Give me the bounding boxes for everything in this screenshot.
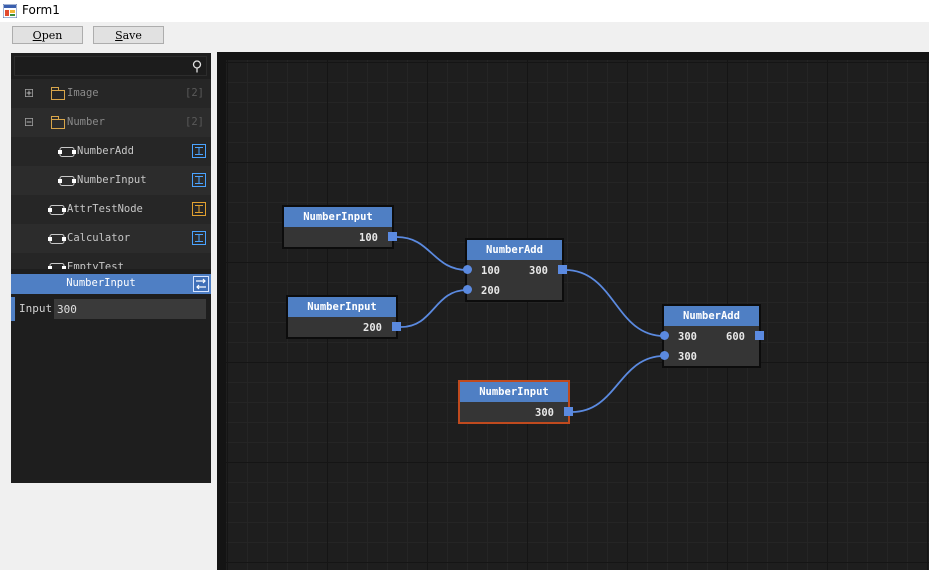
node-type-icon — [192, 144, 206, 158]
connection-wire — [564, 269, 665, 337]
node-icon — [48, 234, 66, 244]
graph-node-numberinput[interactable]: NumberInput 200 — [288, 297, 401, 337]
tree-folder-image[interactable]: Image [2] — [11, 79, 211, 108]
tree-item-label: EmptyTest — [67, 261, 124, 269]
node-title: NumberAdd — [467, 240, 562, 260]
property-row-input: Input — [11, 297, 211, 321]
node-title: NumberAdd — [664, 306, 759, 326]
input-port[interactable] — [463, 285, 472, 294]
output-port[interactable] — [564, 407, 573, 416]
tree-item-numberinput[interactable]: NumberInput — [11, 166, 211, 195]
node-output-value: 300 — [535, 407, 554, 419]
tree-item-attrtestnode[interactable]: AttrTestNode — [11, 195, 211, 224]
tree-item-emptytest[interactable]: EmptyTest — [11, 253, 211, 269]
tree-search-input[interactable] — [17, 58, 191, 76]
node-icon — [48, 263, 66, 269]
input-port[interactable] — [660, 331, 669, 340]
output-port[interactable] — [755, 331, 764, 340]
node-title: NumberInput — [460, 382, 568, 402]
input-port[interactable] — [463, 265, 472, 274]
open-button[interactable]: Open — [12, 26, 83, 44]
node-output-value: 600 — [726, 331, 745, 343]
tree-folder-count: [2] — [185, 87, 204, 99]
node-output-value: 200 — [363, 322, 382, 334]
tree-item-label: AttrTestNode — [67, 203, 143, 215]
node-graph-canvas[interactable]: NumberInput 100 NumberInput 200 NumberAd… — [217, 52, 929, 570]
node-input-value: 300 — [678, 331, 697, 343]
save-button[interactable]: Save — [93, 26, 164, 44]
graph-node-numberadd[interactable]: NumberAdd 300 300 600 — [660, 306, 764, 366]
node-output-value: 100 — [359, 232, 378, 244]
graph-node-numberadd[interactable]: NumberAdd 100 200 300 — [463, 240, 567, 300]
collapse-minus-icon[interactable] — [25, 118, 33, 126]
left-panel: Image [2] Number [2] NumberAdd NumberInp… — [11, 53, 211, 483]
folder-icon — [51, 87, 65, 100]
tree-folder-number[interactable]: Number [2] — [11, 108, 211, 137]
tree-item-label: NumberInput — [77, 174, 147, 186]
node-icon — [48, 205, 66, 215]
node-icon — [58, 176, 76, 186]
node-input-value: 300 — [678, 351, 697, 363]
connection-wire — [571, 355, 665, 413]
save-button-accel: S — [115, 29, 123, 42]
property-row-marker — [11, 297, 15, 321]
folder-icon — [51, 116, 65, 129]
property-value-input[interactable] — [54, 299, 206, 319]
property-label: Input — [19, 302, 53, 315]
property-panel-title: NumberInput — [66, 277, 136, 289]
output-port[interactable] — [392, 322, 401, 331]
output-port[interactable] — [558, 265, 567, 274]
tree-item-numberadd[interactable]: NumberAdd — [11, 137, 211, 166]
tree-item-label: NumberAdd — [77, 145, 134, 157]
graph-node-numberinput-selected[interactable]: NumberInput 300 — [460, 382, 573, 422]
tree-item-label: Calculator — [67, 232, 131, 244]
save-button-label: ave — [122, 29, 142, 42]
graph-node-numberinput[interactable]: NumberInput 100 — [284, 207, 397, 247]
window-title: Form1 — [22, 3, 60, 17]
search-icon[interactable] — [192, 60, 202, 73]
node-type-icon — [192, 202, 206, 216]
node-icon — [58, 147, 76, 157]
open-button-label: pen — [41, 29, 63, 42]
expand-plus-icon[interactable] — [25, 89, 33, 97]
app-icon — [3, 4, 17, 18]
property-panel-header: NumberInput — [11, 274, 211, 294]
window-titlebar: Form1 — [0, 0, 929, 22]
input-port[interactable] — [660, 351, 669, 360]
connection-wire — [396, 236, 468, 271]
open-button-accel: O — [32, 29, 42, 42]
connection-wire — [400, 289, 468, 328]
node-title: NumberInput — [288, 297, 396, 317]
tree-search-box[interactable] — [14, 56, 207, 76]
node-output-value: 300 — [529, 265, 548, 277]
tree-item-calculator[interactable]: Calculator — [11, 224, 211, 253]
swap-icon[interactable] — [193, 276, 209, 292]
node-title: NumberInput — [284, 207, 392, 227]
tree-folder-label: Image — [67, 87, 99, 99]
node-tree: Image [2] Number [2] NumberAdd NumberInp… — [11, 79, 211, 269]
output-port[interactable] — [388, 232, 397, 241]
node-type-icon — [192, 231, 206, 245]
tree-folder-count: [2] — [185, 116, 204, 128]
tree-folder-label: Number — [67, 116, 105, 128]
node-input-value: 100 — [481, 265, 500, 277]
node-input-value: 200 — [481, 285, 500, 297]
node-type-icon — [192, 173, 206, 187]
